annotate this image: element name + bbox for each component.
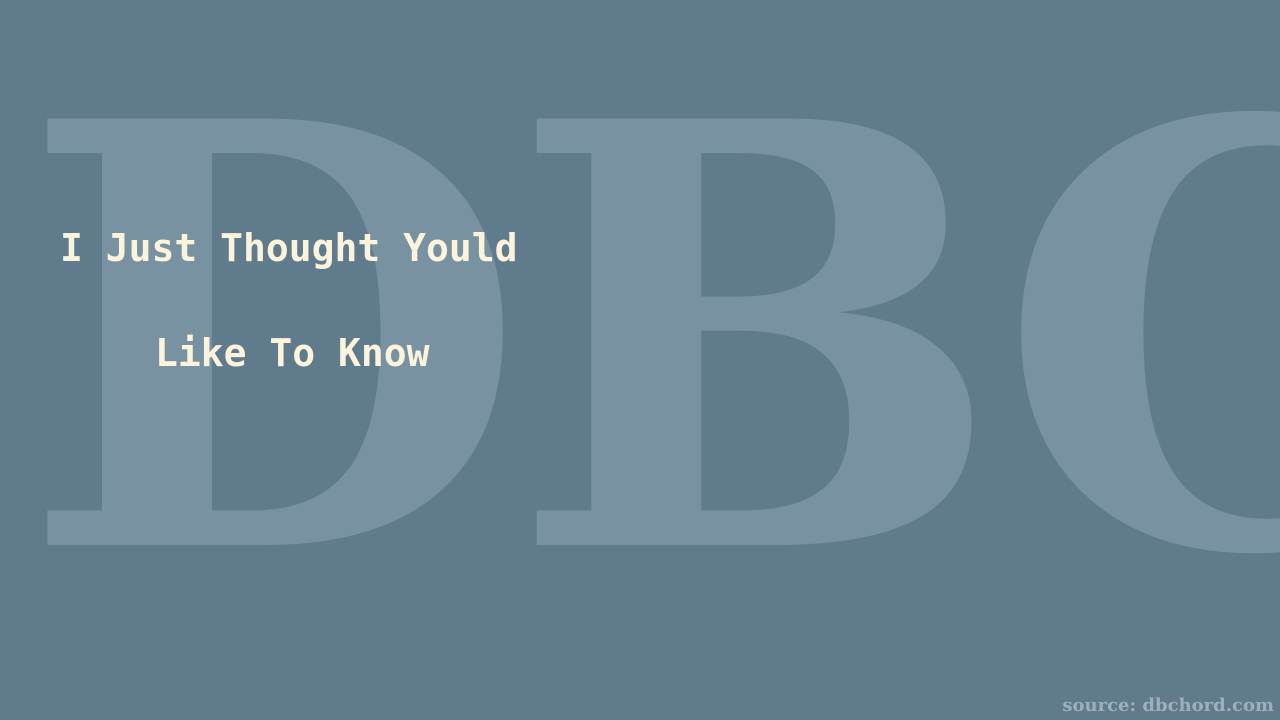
source-credit: source: dbchord.com [1062, 695, 1274, 716]
song-title-line-1: I Just Thought Yould [60, 226, 518, 270]
song-title-line-2: Like To Know [155, 331, 430, 375]
slide-canvas: DBC I Just Thought Yould Like To Know so… [0, 0, 1280, 720]
